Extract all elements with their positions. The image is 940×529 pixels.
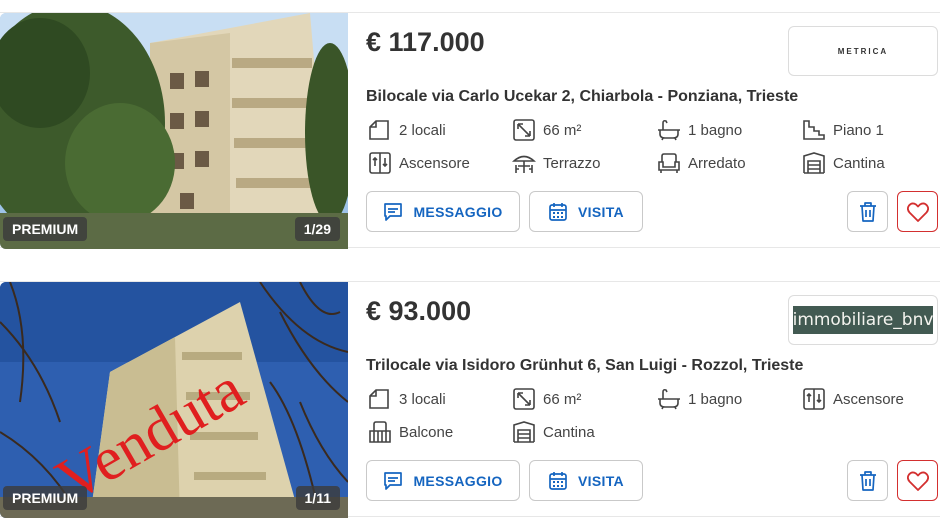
- visit-button-label: VISITA: [578, 203, 624, 220]
- feature-cellar: Cantina: [802, 152, 885, 174]
- feature-label: Ascensore: [399, 154, 470, 172]
- feature-furnished: Arredato: [657, 152, 746, 174]
- cellar-icon: [803, 152, 825, 174]
- feature-elevator: Ascensore: [368, 152, 470, 174]
- chat-icon: [384, 471, 403, 490]
- surface-icon: [513, 388, 535, 410]
- feature-rooms: 3 locali: [368, 388, 446, 410]
- calendar-icon: [549, 202, 567, 221]
- rooms-icon: [369, 389, 389, 409]
- bathtub-icon: [658, 119, 680, 141]
- trash-icon: [859, 470, 876, 491]
- listing-card[interactable]: PREMIUM 1/29 € 117.000 METRICA Bilocale …: [0, 12, 940, 249]
- elevator-icon: [803, 388, 825, 410]
- listing-title[interactable]: Bilocale via Carlo Ucekar 2, Chiarbola -…: [366, 88, 798, 106]
- feature-surface: 66 m²: [512, 388, 581, 410]
- agency-logo[interactable]: immobiliare_bnv: [788, 295, 938, 345]
- visit-button-label: VISITA: [578, 472, 624, 489]
- cellar-icon: [513, 421, 535, 443]
- listing-title[interactable]: Trilocale via Isidoro Grünhut 6, San Lui…: [366, 357, 803, 375]
- feature-label: 2 locali: [399, 121, 446, 139]
- listing-price: € 117.000: [366, 27, 485, 57]
- feature-label: 1 bagno: [688, 390, 743, 408]
- trash-icon: [859, 201, 876, 222]
- building-photo: Venduta: [0, 282, 348, 518]
- rooms-icon: [369, 120, 389, 140]
- heart-icon: [906, 471, 929, 491]
- bathtub-icon: [658, 388, 680, 410]
- favorite-button[interactable]: [897, 191, 938, 232]
- feature-label: 66 m²: [543, 121, 582, 139]
- stairs-icon: [803, 120, 825, 140]
- feature-elevator: Ascensore: [802, 388, 904, 410]
- feature-label: Terrazzo: [543, 154, 601, 172]
- chat-icon: [384, 202, 403, 221]
- feature-balcony: Balcone: [368, 421, 453, 443]
- building-photo: [0, 13, 348, 249]
- message-button-label: MESSAGGIO: [413, 203, 503, 220]
- premium-badge: PREMIUM: [3, 217, 88, 241]
- elevator-icon: [369, 152, 391, 174]
- calendar-icon: [549, 471, 567, 490]
- feature-floor: Piano 1: [802, 119, 884, 141]
- feature-label: 3 locali: [399, 390, 446, 408]
- listing-info: € 93.000 immobiliare_bnv Trilocale via I…: [366, 282, 940, 518]
- feature-label: Balcone: [399, 423, 454, 441]
- agency-logo-text: METRICA: [837, 46, 889, 56]
- feature-label: Ascensore: [833, 390, 904, 408]
- feature-label: Cantina: [543, 423, 595, 441]
- premium-badge: PREMIUM: [3, 486, 88, 510]
- listing-photo[interactable]: Venduta PREMIUM 1/11: [0, 282, 348, 518]
- feature-label: Arredato: [688, 154, 746, 172]
- balcony-icon: [369, 421, 391, 443]
- feature-cellar: Cantina: [512, 421, 595, 443]
- feature-label: 1 bagno: [688, 121, 743, 139]
- umbrella-table-icon: [512, 155, 536, 173]
- feature-rooms: 2 locali: [368, 119, 446, 141]
- hide-listing-button[interactable]: [847, 191, 888, 232]
- photo-counter: 1/11: [295, 486, 340, 510]
- listing-price: € 93.000: [366, 296, 472, 326]
- feature-label: 66 m²: [543, 390, 582, 408]
- feature-surface: 66 m²: [512, 119, 581, 141]
- listing-card[interactable]: Venduta PREMIUM 1/11 € 93.000 immobiliar…: [0, 281, 940, 518]
- visit-button[interactable]: VISITA: [529, 191, 643, 232]
- surface-icon: [513, 119, 535, 141]
- photo-counter: 1/29: [294, 217, 340, 241]
- feature-label: Cantina: [833, 154, 885, 172]
- armchair-icon: [658, 153, 680, 173]
- heart-icon: [906, 202, 929, 222]
- listing-info: € 117.000 METRICA Bilocale via Carlo Uce…: [366, 13, 940, 249]
- feature-label: Piano 1: [833, 121, 884, 139]
- agency-logo-text: immobiliare_bnv: [793, 306, 933, 334]
- feature-bathrooms: 1 bagno: [657, 388, 742, 410]
- feature-terrace: Terrazzo: [512, 152, 601, 174]
- feature-bathrooms: 1 bagno: [657, 119, 742, 141]
- visit-button[interactable]: VISITA: [529, 460, 643, 501]
- message-button-label: MESSAGGIO: [413, 472, 503, 489]
- favorite-button[interactable]: [897, 460, 938, 501]
- agency-logo[interactable]: METRICA: [788, 26, 938, 76]
- hide-listing-button[interactable]: [847, 460, 888, 501]
- listing-photo[interactable]: PREMIUM 1/29: [0, 13, 348, 249]
- message-button[interactable]: MESSAGGIO: [366, 460, 520, 501]
- message-button[interactable]: MESSAGGIO: [366, 191, 520, 232]
